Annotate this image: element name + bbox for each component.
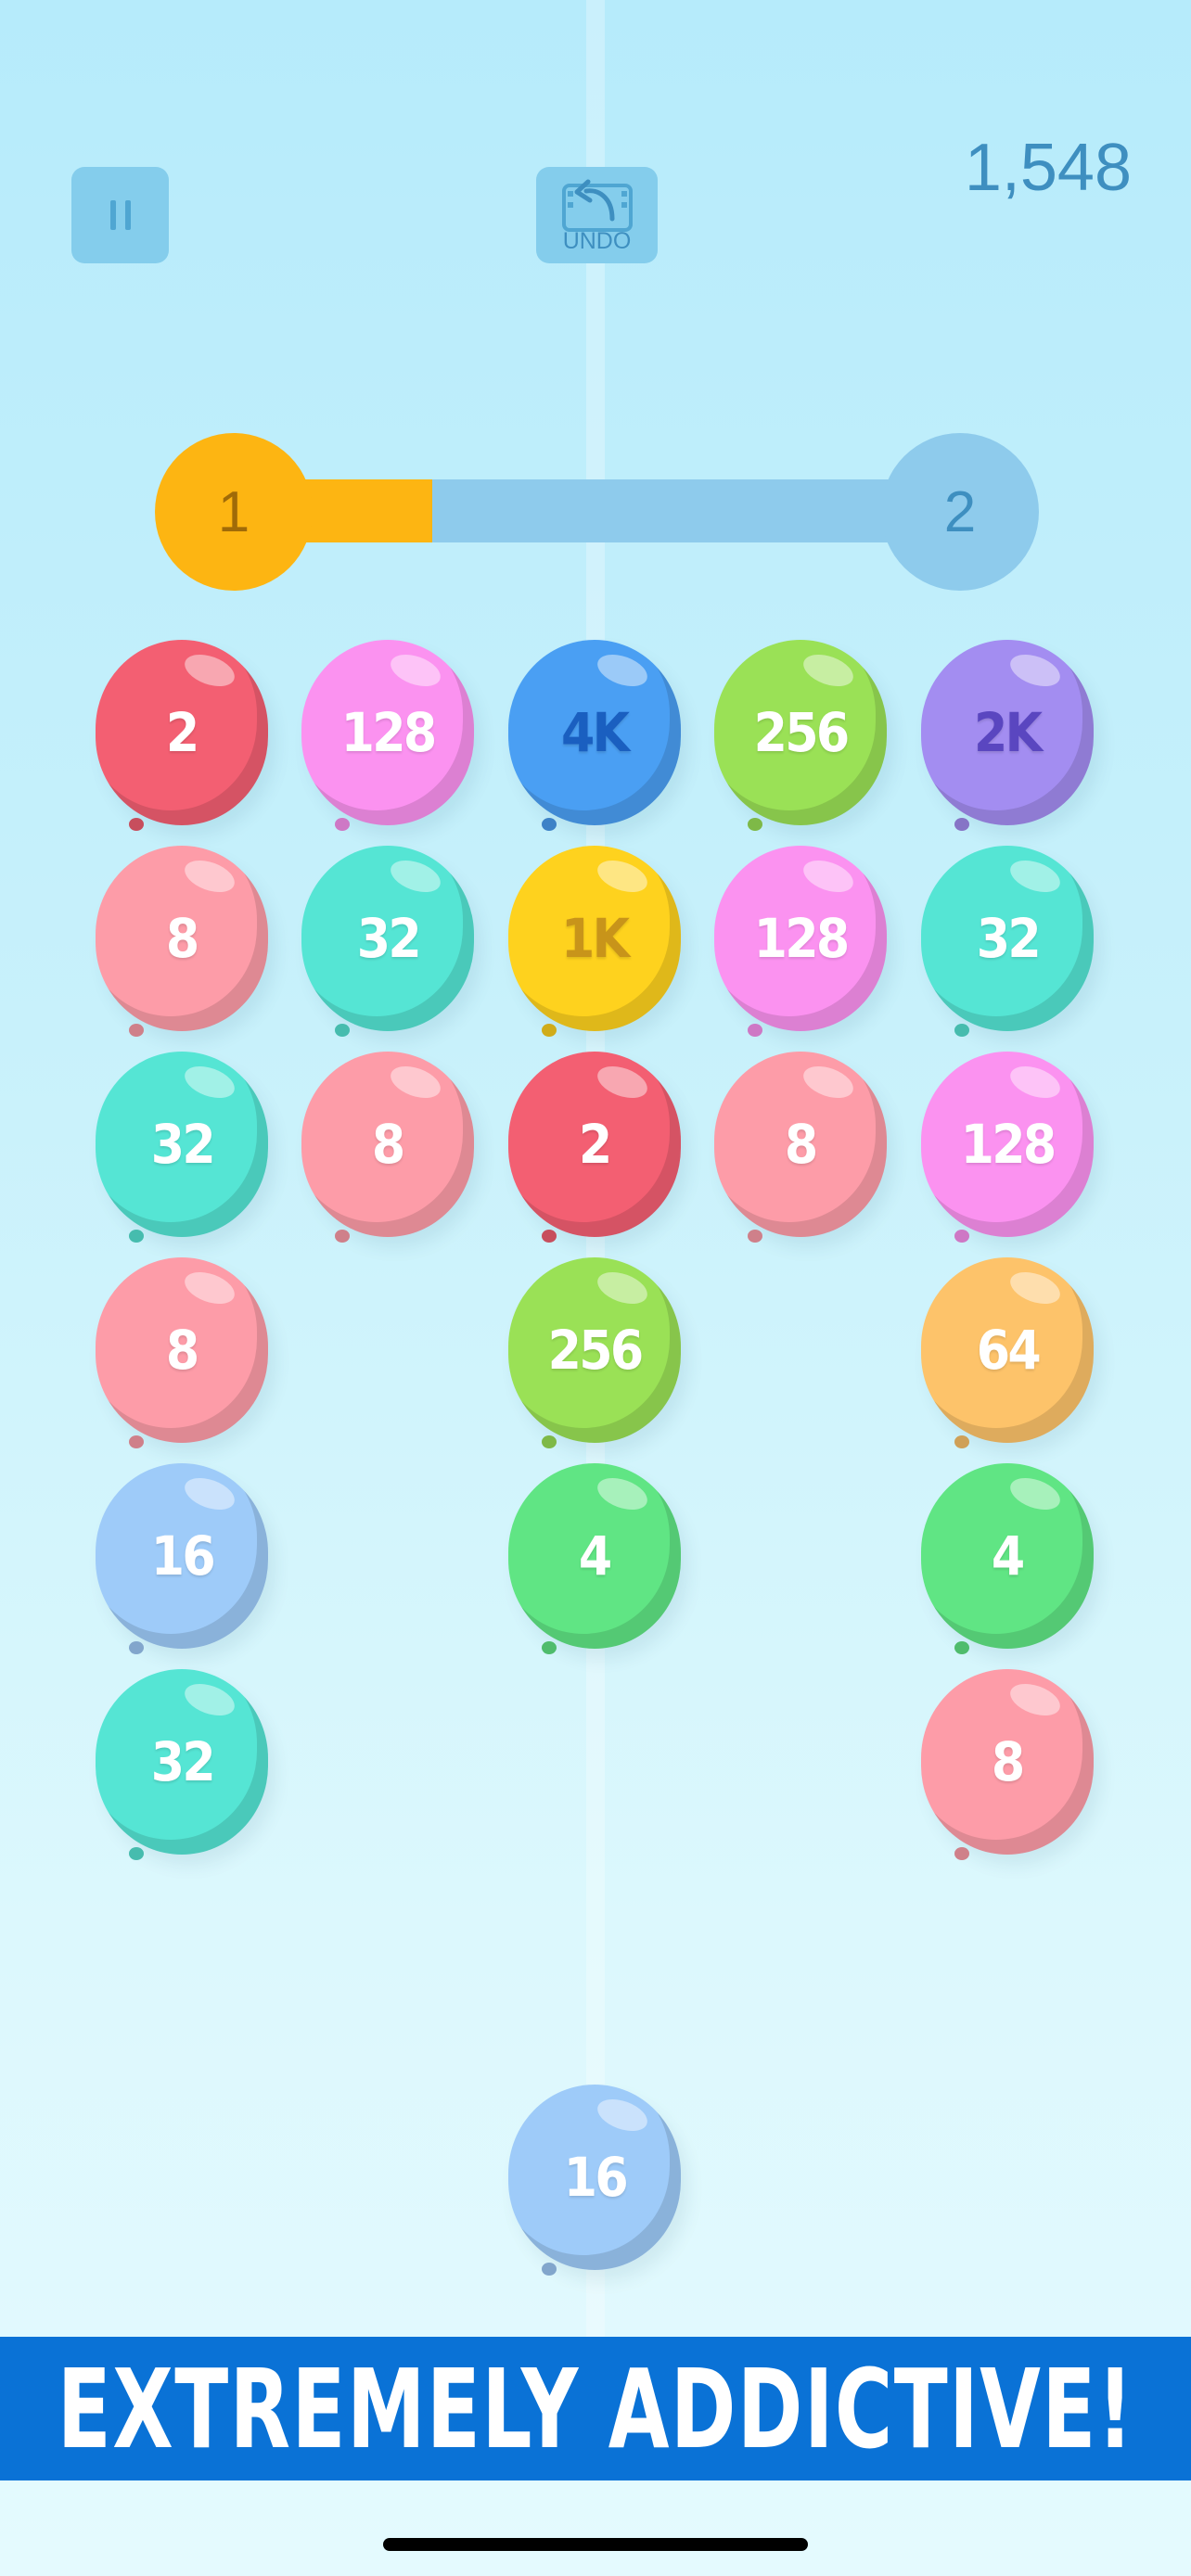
score-display: 1,548 — [964, 131, 1132, 205]
balloon-value: 16 — [150, 1524, 215, 1588]
promo-banner: EXTREMELY ADDICTIVE! — [0, 2337, 1191, 2480]
balloon-tile[interactable]: 128 — [921, 1052, 1094, 1237]
balloon-value: 256 — [547, 1319, 645, 1382]
balloon-tile[interactable]: 8 — [714, 1052, 887, 1237]
balloon-value: 8 — [992, 1730, 1025, 1793]
undo-button[interactable]: UNDO — [536, 167, 658, 263]
next-balloon-value: 16 — [563, 2146, 628, 2209]
balloon-tile[interactable]: 2 — [96, 640, 268, 825]
balloon-tile[interactable]: 32 — [96, 1052, 268, 1237]
balloon-tile[interactable]: 32 — [921, 846, 1094, 1031]
balloon-tile[interactable]: 256 — [714, 640, 887, 825]
pause-button[interactable] — [71, 167, 169, 263]
balloon-tile[interactable]: 32 — [96, 1669, 268, 1855]
promo-banner-text: EXTREMELY ADDICTIVE! — [57, 2344, 1134, 2473]
balloon-tile[interactable]: 4K — [508, 640, 681, 825]
balloon-tile[interactable]: 1K — [508, 846, 681, 1031]
balloon-value: 1K — [561, 907, 630, 970]
balloon-value: 2 — [166, 701, 199, 764]
balloon-value: 32 — [150, 1730, 215, 1793]
balloon-tile[interactable]: 8 — [301, 1052, 474, 1237]
next-balloon[interactable]: 16 — [508, 2085, 681, 2270]
balloon-tile[interactable]: 16 — [96, 1463, 268, 1649]
balloon-tile[interactable]: 4 — [921, 1463, 1094, 1649]
balloon-value: 2 — [579, 1113, 612, 1176]
balloon-value: 8 — [166, 1319, 199, 1382]
balloon-value: 256 — [753, 701, 851, 764]
balloon-tile[interactable]: 32 — [301, 846, 474, 1031]
balloon-value: 128 — [753, 907, 851, 970]
home-indicator[interactable] — [383, 2538, 808, 2551]
balloon-tile[interactable]: 8 — [96, 1257, 268, 1443]
balloon-tile[interactable]: 8 — [921, 1669, 1094, 1855]
balloon-tile[interactable]: 256 — [508, 1257, 681, 1443]
balloon-value: 8 — [372, 1113, 405, 1176]
balloon-value: 8 — [785, 1113, 818, 1176]
balloon-value: 4 — [579, 1524, 612, 1588]
undo-icon — [561, 179, 633, 232]
balloon-value: 128 — [340, 701, 438, 764]
pause-icon — [106, 200, 135, 230]
balloon-tile[interactable]: 8 — [96, 846, 268, 1031]
balloon-value: 8 — [166, 907, 199, 970]
balloon-value: 32 — [150, 1113, 215, 1176]
balloon-tile[interactable]: 2K — [921, 640, 1094, 825]
balloon-value: 2K — [974, 701, 1043, 764]
next-level-badge: 2 — [881, 433, 1039, 591]
balloon-tile[interactable]: 2 — [508, 1052, 681, 1237]
undo-label: UNDO — [562, 227, 632, 254]
balloon-value: 32 — [356, 907, 421, 970]
balloon-tile[interactable]: 128 — [301, 640, 474, 825]
balloon-value: 4 — [992, 1524, 1025, 1588]
balloon-value: 64 — [976, 1319, 1041, 1382]
balloon-value: 128 — [960, 1113, 1057, 1176]
current-level-badge: 1 — [155, 433, 313, 591]
balloon-tile[interactable]: 4 — [508, 1463, 681, 1649]
balloon-value: 32 — [976, 907, 1041, 970]
balloon-tile[interactable]: 128 — [714, 846, 887, 1031]
balloon-tile[interactable]: 64 — [921, 1257, 1094, 1443]
balloon-value: 4K — [561, 701, 630, 764]
